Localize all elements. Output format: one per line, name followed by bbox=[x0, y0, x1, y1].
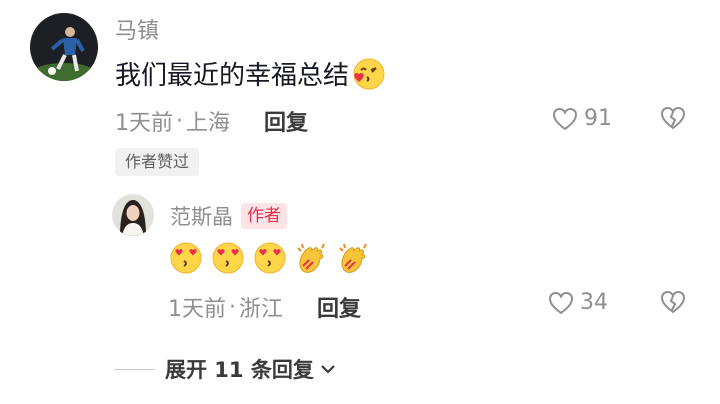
like-button[interactable]: 91 bbox=[552, 106, 612, 131]
chevron-down-icon bbox=[318, 359, 338, 379]
comment-location: 上海 bbox=[186, 111, 231, 136]
reply-username[interactable]: 范斯晶 bbox=[170, 201, 233, 231]
avatar[interactable] bbox=[30, 13, 98, 81]
broken-heart-icon bbox=[660, 106, 686, 130]
reply-like-button[interactable]: 34 bbox=[548, 290, 608, 315]
expand-replies-label: 展开 11 条回复 bbox=[165, 358, 314, 382]
reply-time: 1天前 bbox=[168, 297, 226, 322]
reply-emoji-row bbox=[168, 240, 372, 276]
reply-username-row: 范斯晶 作者 bbox=[170, 201, 287, 231]
comment-time: 1天前 bbox=[115, 111, 173, 136]
heart-eyes-kiss-emoji-icon bbox=[252, 240, 288, 276]
comment-text: 我们最近的幸福总结 bbox=[115, 55, 385, 92]
heart-eyes-kiss-emoji-icon bbox=[168, 240, 204, 276]
comment-text-content: 我们最近的幸福总结 bbox=[115, 61, 350, 91]
heart-eyes-kiss-emoji-icon bbox=[210, 240, 246, 276]
reply-meta: 1天前 · 浙江 回复 bbox=[168, 291, 361, 323]
reply-button[interactable]: 回复 bbox=[264, 105, 308, 137]
reply-avatar[interactable] bbox=[112, 194, 154, 236]
comment-meta: 1天前 · 上海 回复 bbox=[115, 105, 308, 137]
like-count: 91 bbox=[584, 106, 612, 131]
reply-location: 浙江 bbox=[239, 297, 284, 322]
expand-replies-button[interactable]: 展开 11 条回复 bbox=[115, 354, 338, 384]
clapping-hands-emoji-icon bbox=[336, 240, 372, 276]
reply-reply-button[interactable]: 回复 bbox=[317, 291, 361, 323]
divider bbox=[115, 368, 155, 370]
heart-icon bbox=[552, 107, 578, 131]
dislike-button[interactable] bbox=[660, 106, 686, 134]
author-liked-badge: 作者赞过 bbox=[115, 148, 200, 176]
comment-username[interactable]: 马镇 bbox=[115, 13, 159, 45]
meta-separator: · bbox=[229, 294, 236, 320]
clapping-hands-emoji-icon bbox=[294, 240, 330, 276]
reply-like-count: 34 bbox=[580, 290, 608, 315]
broken-heart-icon bbox=[660, 290, 686, 314]
reply-dislike-button[interactable] bbox=[660, 290, 686, 318]
kiss-emoji-icon bbox=[351, 57, 385, 91]
meta-separator: · bbox=[176, 108, 183, 134]
heart-icon bbox=[548, 291, 574, 315]
author-badge: 作者 bbox=[241, 203, 287, 229]
